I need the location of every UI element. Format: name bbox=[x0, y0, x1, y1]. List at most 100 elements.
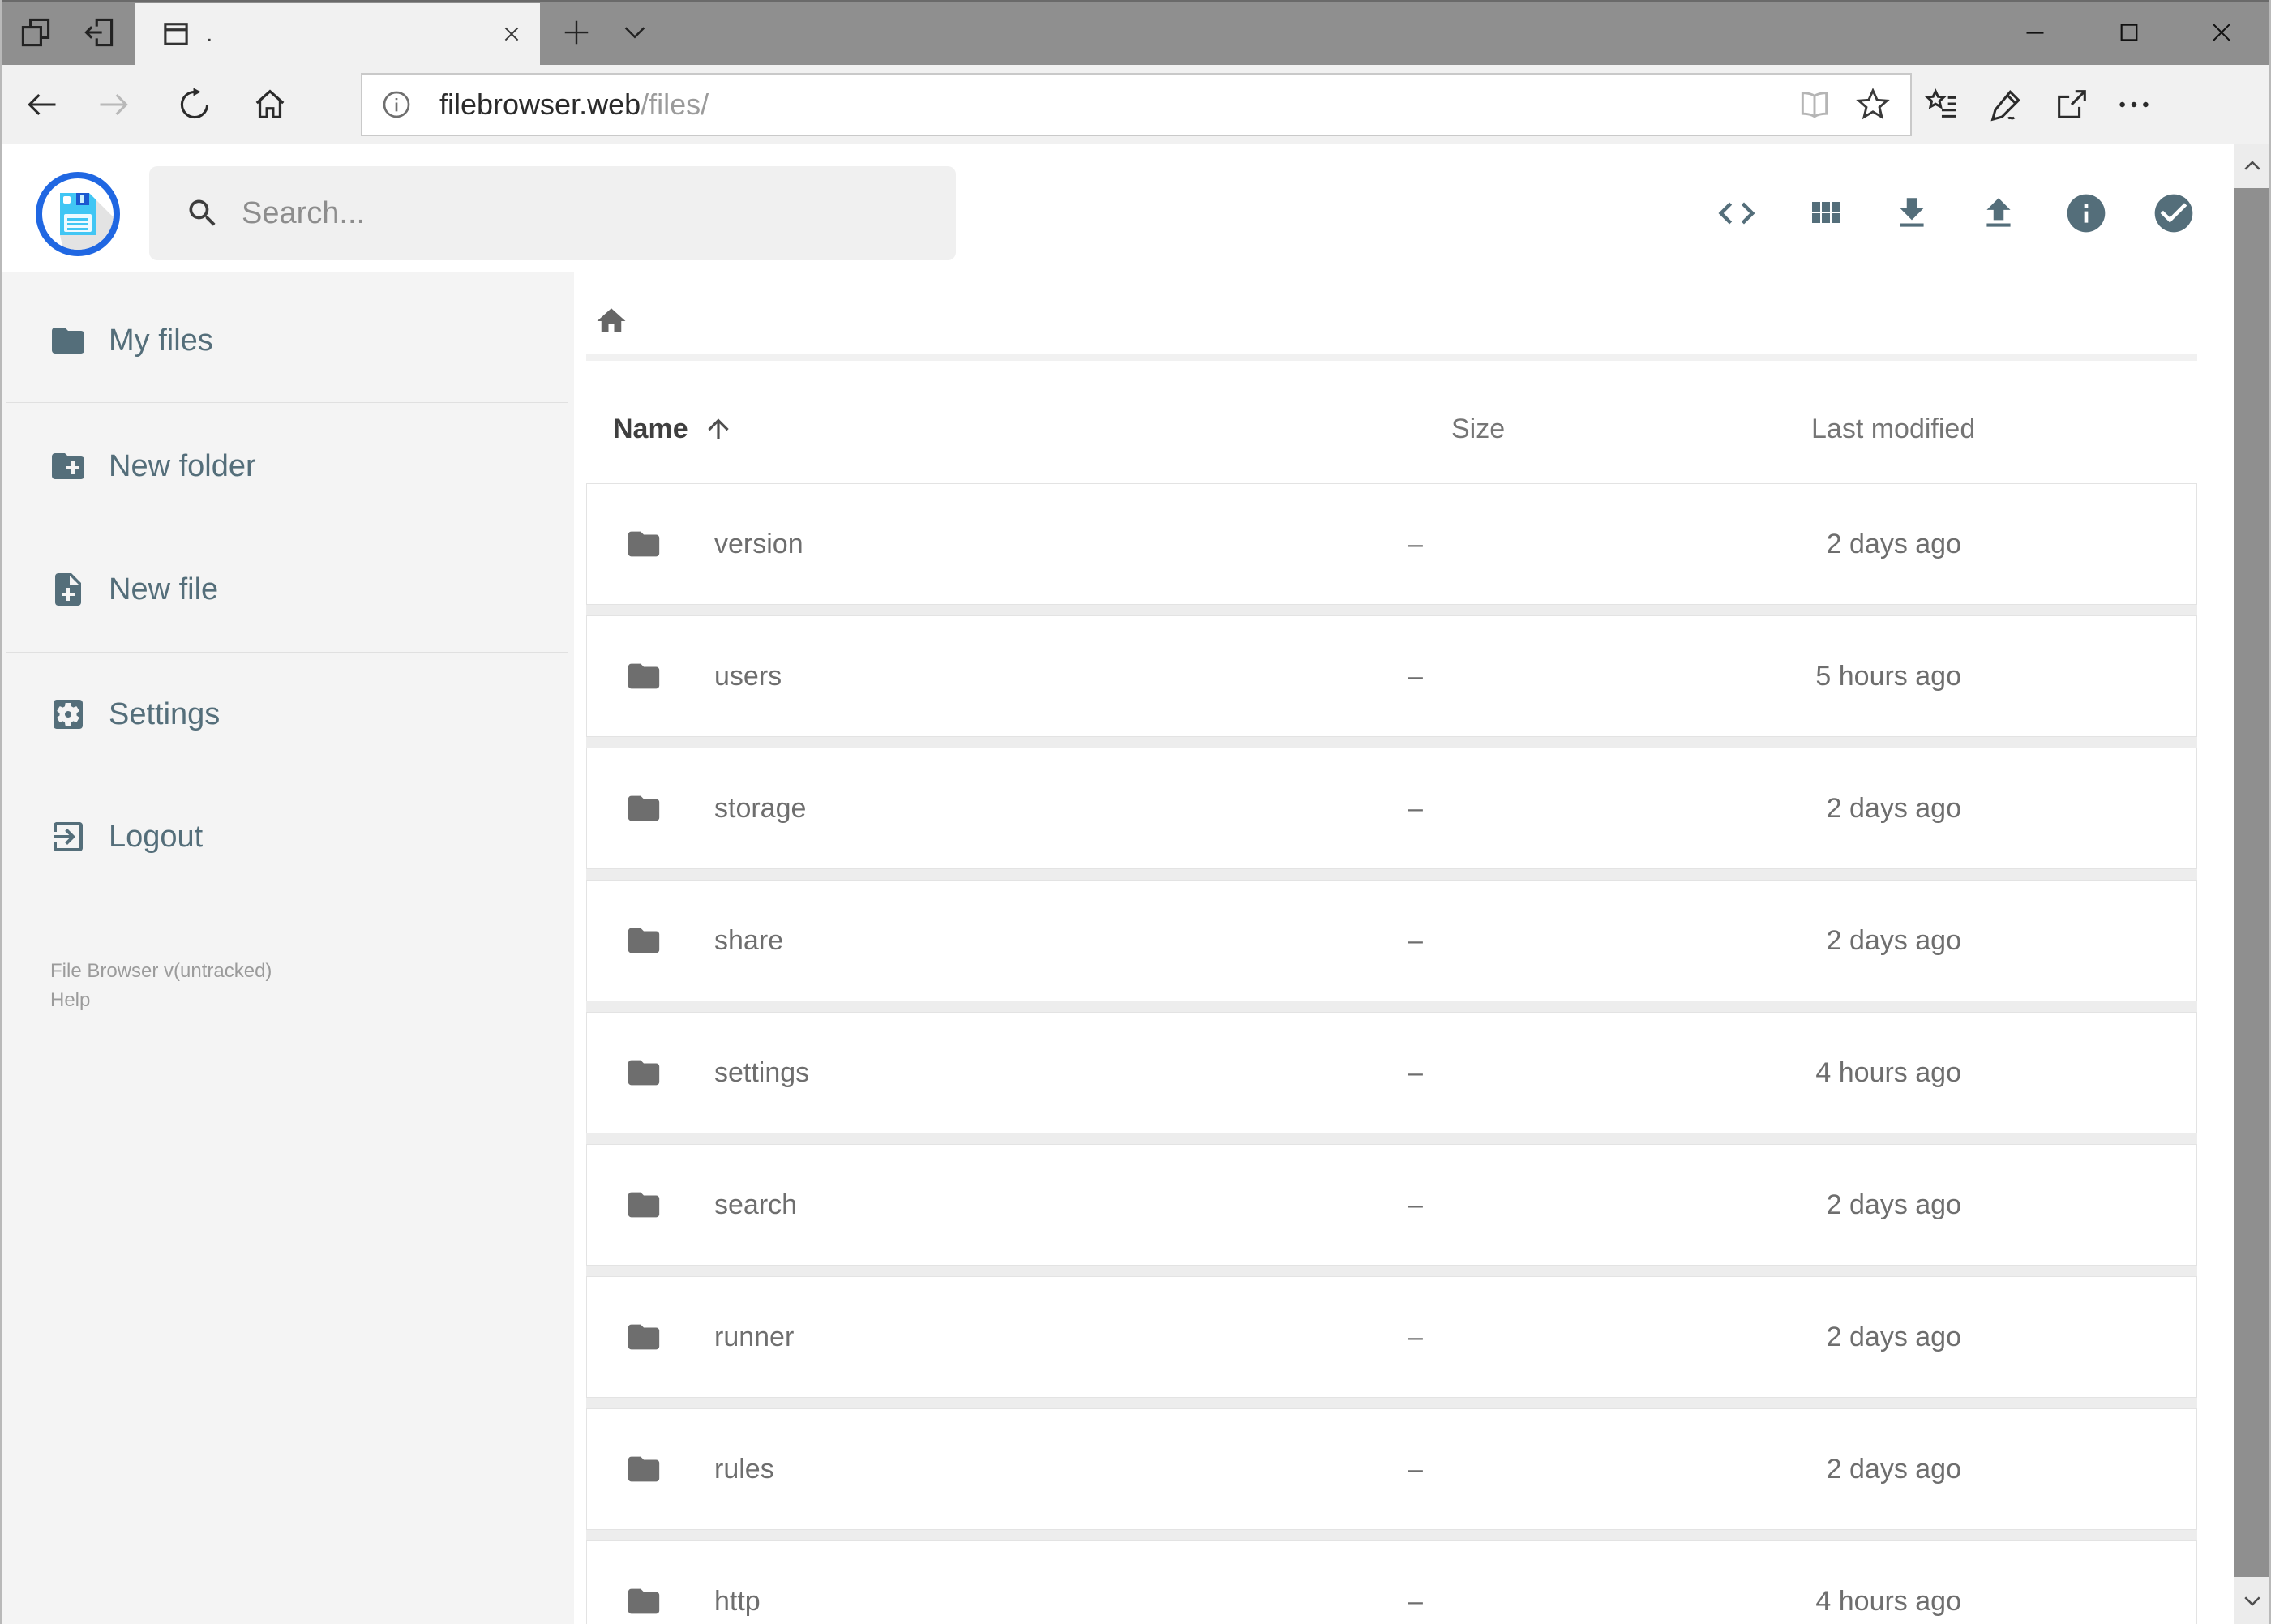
close-tab-icon[interactable] bbox=[483, 3, 540, 65]
select-check-icon[interactable] bbox=[2148, 187, 2200, 239]
search-box[interactable] bbox=[149, 166, 956, 260]
reading-view-icon[interactable] bbox=[1789, 79, 1840, 131]
sidebar-item-label: Settings bbox=[109, 696, 221, 731]
folder-icon bbox=[625, 658, 662, 695]
app-version: File Browser v(untracked) bbox=[50, 960, 272, 982]
file-size: – bbox=[1408, 528, 1423, 559]
site-info-icon[interactable] bbox=[375, 84, 418, 126]
file-size: – bbox=[1408, 792, 1423, 824]
new-file-icon bbox=[49, 570, 88, 609]
sidebar-item-my-files[interactable]: My files bbox=[0, 280, 574, 401]
filebrowser-logo[interactable] bbox=[36, 172, 120, 256]
file-row[interactable]: share – 2 days ago bbox=[586, 880, 2197, 1001]
help-link[interactable]: Help bbox=[50, 986, 272, 1015]
file-row[interactable]: settings – 4 hours ago bbox=[586, 1012, 2197, 1133]
logout-icon bbox=[49, 817, 88, 856]
scrollbar-thumb[interactable] bbox=[2234, 188, 2271, 1577]
grid-view-icon[interactable] bbox=[1799, 187, 1851, 239]
file-size: – bbox=[1408, 660, 1423, 692]
sidebar-item-label: New file bbox=[109, 572, 219, 606]
maximize-icon[interactable] bbox=[2102, 2, 2156, 63]
file-name: version bbox=[714, 528, 803, 559]
info-circle-icon[interactable] bbox=[2060, 187, 2112, 239]
file-name: rules bbox=[714, 1453, 774, 1485]
folder-icon bbox=[625, 1186, 662, 1223]
file-row[interactable]: storage – 2 days ago bbox=[586, 748, 2197, 869]
upload-icon[interactable] bbox=[1973, 187, 2025, 239]
sidebar-item-new-folder[interactable]: New folder bbox=[0, 405, 574, 527]
file-row[interactable]: version – 2 days ago bbox=[586, 483, 2197, 605]
file-name: http bbox=[714, 1585, 761, 1617]
sort-ascending-icon bbox=[703, 413, 734, 444]
tab-title: . bbox=[206, 20, 213, 47]
column-header-modified[interactable]: Last modified bbox=[1811, 405, 1975, 453]
home-icon[interactable] bbox=[247, 82, 293, 127]
search-input[interactable] bbox=[240, 195, 892, 232]
scroll-down-icon[interactable] bbox=[2234, 1577, 2271, 1624]
file-list: version – 2 days ago users – 5 hours ago… bbox=[586, 483, 2197, 1624]
file-modified: 2 days ago bbox=[1826, 924, 1961, 956]
sidebar-item-label: My files bbox=[109, 323, 213, 358]
new-folder-icon bbox=[49, 447, 88, 486]
favorite-star-icon[interactable] bbox=[1847, 79, 1899, 131]
breadcrumb-home-icon[interactable] bbox=[594, 304, 628, 338]
column-header-name[interactable]: Name bbox=[613, 405, 734, 453]
web-note-icon[interactable] bbox=[1982, 82, 2030, 127]
search-icon bbox=[185, 195, 221, 231]
column-header-size[interactable]: Size bbox=[1451, 405, 1505, 453]
download-icon[interactable] bbox=[1886, 187, 1938, 239]
file-name: runner bbox=[714, 1321, 795, 1352]
file-row[interactable]: rules – 2 days ago bbox=[586, 1408, 2197, 1530]
sidebar-item-label: Logout bbox=[109, 819, 204, 854]
file-row[interactable]: runner – 2 days ago bbox=[586, 1276, 2197, 1398]
divider bbox=[586, 354, 2197, 361]
scroll-up-icon[interactable] bbox=[2234, 144, 2271, 188]
back-icon[interactable] bbox=[19, 82, 65, 127]
share-icon[interactable] bbox=[2047, 82, 2096, 127]
settings-icon bbox=[49, 695, 88, 734]
forward-icon[interactable] bbox=[91, 82, 136, 127]
sidebar-item-logout[interactable]: Logout bbox=[0, 776, 574, 898]
sidebar-item-settings[interactable]: Settings bbox=[0, 653, 574, 775]
file-row[interactable]: search – 2 days ago bbox=[586, 1144, 2197, 1266]
file-modified: 2 days ago bbox=[1826, 528, 1961, 559]
browser-tab[interactable]: . bbox=[135, 3, 540, 65]
new-tab-icon[interactable] bbox=[552, 0, 601, 65]
sidebar: My files New folder New file Settings Lo… bbox=[0, 272, 574, 1624]
page-scrollbar[interactable] bbox=[2234, 144, 2271, 1624]
sidebar-item-new-file[interactable]: New file bbox=[0, 529, 574, 650]
folder-icon bbox=[625, 1318, 662, 1356]
file-name: storage bbox=[714, 792, 807, 824]
file-row[interactable]: users – 5 hours ago bbox=[586, 615, 2197, 737]
more-icon[interactable] bbox=[2110, 82, 2158, 127]
file-modified: 2 days ago bbox=[1826, 792, 1961, 824]
browser-titlebar: . bbox=[0, 0, 2271, 65]
file-listing: Name Size Last modified version – 2 days… bbox=[574, 272, 2234, 1624]
url-host: filebrowser.web bbox=[439, 88, 641, 121]
browser-window: . filebrowser.web/files/ Search... My fi… bbox=[0, 0, 2271, 1624]
address-bar[interactable]: filebrowser.web/files/ bbox=[361, 73, 1912, 136]
browser-toolbar: filebrowser.web/files/ bbox=[0, 65, 2271, 144]
folder-icon bbox=[625, 1450, 662, 1488]
folder-icon bbox=[625, 922, 662, 959]
code-view-icon[interactable] bbox=[1711, 187, 1763, 239]
column-label: Name bbox=[613, 413, 688, 444]
hub-icon[interactable] bbox=[1917, 82, 1965, 127]
tab-preview-icon[interactable] bbox=[11, 0, 60, 65]
file-row[interactable]: http – 4 hours ago bbox=[586, 1540, 2197, 1624]
refresh-icon[interactable] bbox=[172, 82, 217, 127]
window-border bbox=[0, 0, 2271, 2]
file-size: – bbox=[1408, 1056, 1423, 1088]
folder-icon bbox=[625, 1583, 662, 1620]
file-name: settings bbox=[714, 1056, 810, 1088]
file-modified: 2 days ago bbox=[1826, 1189, 1961, 1220]
file-size: – bbox=[1408, 924, 1423, 956]
sidebar-item-label: New folder bbox=[109, 448, 256, 483]
folder-icon bbox=[49, 321, 88, 360]
set-tabs-aside-icon[interactable] bbox=[75, 0, 123, 65]
divider bbox=[6, 402, 568, 403]
minimize-icon[interactable] bbox=[2008, 2, 2062, 63]
url-path: /files/ bbox=[641, 88, 709, 121]
tab-menu-icon[interactable] bbox=[611, 0, 659, 65]
close-window-icon[interactable] bbox=[2195, 2, 2248, 63]
